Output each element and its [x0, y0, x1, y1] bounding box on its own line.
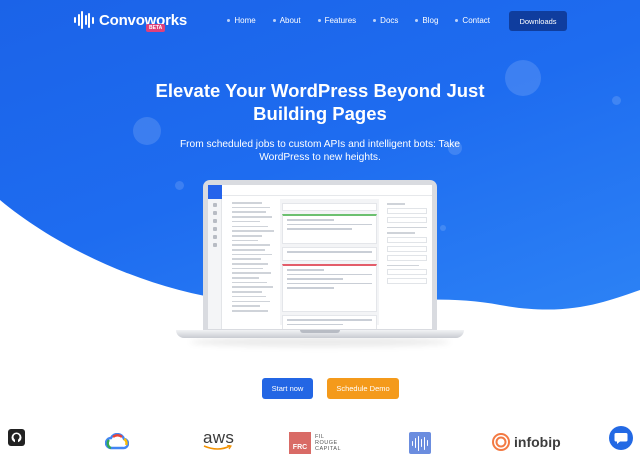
nav-home[interactable]: Home — [227, 16, 255, 25]
sound-waves-icon — [409, 432, 431, 454]
decor-bubble — [612, 96, 621, 105]
app-workflow-area — [280, 199, 379, 329]
chat-icon[interactable] — [609, 426, 633, 450]
nav-contact[interactable]: Contact — [455, 16, 490, 25]
app-screenshot — [208, 185, 432, 329]
aws-icon: aws — [203, 428, 234, 451]
start-now-button[interactable]: Start now — [262, 378, 313, 399]
app-rail — [208, 185, 222, 329]
main-nav: Home About Features Docs Blog Contact — [210, 16, 490, 25]
hero-title: Elevate Your WordPress Beyond Just Build… — [120, 79, 520, 125]
app-sidebar — [224, 199, 276, 329]
hero-subtitle-line-2: WordPress to new heights. — [259, 152, 381, 163]
site-logo[interactable]: Convoworks BETA — [74, 10, 188, 32]
hero-title-line-1: Elevate Your WordPress Beyond Just — [155, 80, 485, 101]
downloads-button[interactable]: Downloads — [509, 11, 567, 31]
nav-features[interactable]: Features — [318, 16, 357, 25]
infobip-logo-text: infobip — [514, 434, 561, 450]
logo-text: Convoworks — [99, 11, 188, 29]
nav-blog[interactable]: Blog — [415, 16, 438, 25]
sound-waves-icon — [74, 10, 94, 30]
frc-logo-icon: FRC FIL ROUGE CAPITAL — [289, 432, 341, 454]
nav-about[interactable]: About — [273, 16, 301, 25]
laptop-mockup — [203, 180, 437, 333]
decor-bubble — [440, 225, 446, 231]
laptop-notch — [300, 330, 340, 333]
github-icon[interactable] — [8, 429, 25, 446]
app-toolbar — [222, 185, 432, 196]
frc-badge: FRC — [289, 432, 311, 454]
infobip-icon: infobip — [492, 433, 561, 451]
schedule-demo-button[interactable]: Schedule Demo — [327, 378, 399, 399]
google-cloud-icon — [105, 433, 129, 451]
hero-subtitle-line-1: From scheduled jobs to custom APIs and i… — [179, 139, 461, 150]
laptop-shadow — [190, 337, 450, 347]
frc-name-line-3: CAPITAL — [315, 446, 342, 452]
nav-docs[interactable]: Docs — [373, 16, 398, 25]
hero-title-line-2: Building Pages — [253, 103, 387, 124]
hero-subtitle: From scheduled jobs to custom APIs and i… — [160, 138, 480, 164]
app-properties-panel — [384, 199, 430, 325]
beta-badge: BETA — [146, 24, 166, 32]
decor-bubble — [175, 181, 184, 190]
